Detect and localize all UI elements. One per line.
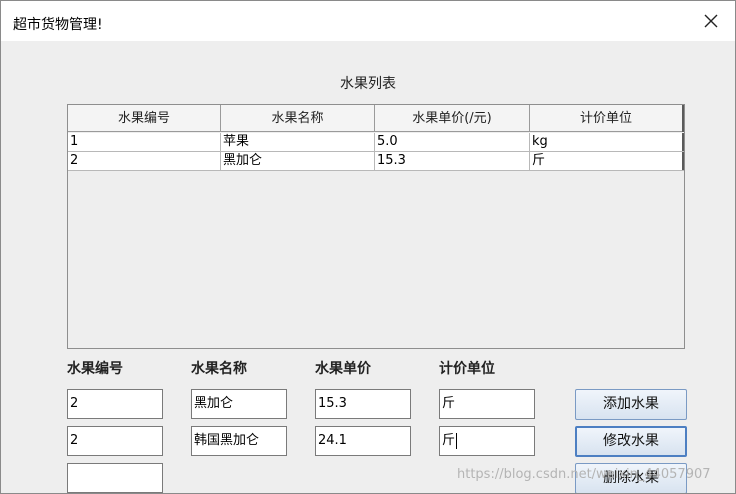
modify-fruit-button[interactable]: 修改水果 bbox=[575, 426, 687, 457]
table-cell[interactable]: 苹果 bbox=[221, 133, 375, 151]
label-fruit-id: 水果编号 bbox=[67, 361, 123, 377]
table-cell[interactable]: 1 bbox=[68, 133, 221, 151]
table-cell[interactable]: kg bbox=[530, 133, 684, 151]
column-header-price[interactable]: 水果单价(/元) bbox=[375, 105, 530, 132]
label-fruit-price: 水果单价 bbox=[315, 361, 371, 377]
modify-unit-field[interactable]: 斤 bbox=[439, 426, 535, 456]
column-header-id[interactable]: 水果编号 bbox=[68, 105, 221, 132]
table-row[interactable]: 1 苹果 5.0 kg bbox=[68, 133, 684, 152]
modify-price-value: 24.1 bbox=[318, 433, 347, 448]
table-body: 1 苹果 5.0 kg 2 黑加仑 15.3 斤 bbox=[68, 133, 684, 171]
delete-fruit-button[interactable]: 删除水果 bbox=[575, 463, 687, 493]
window-title: 超市货物管理! bbox=[13, 17, 103, 33]
modify-unit-value: 斤 bbox=[442, 433, 456, 448]
fruit-id-field[interactable]: 2 bbox=[67, 389, 163, 419]
delete-id-field[interactable] bbox=[67, 463, 163, 493]
table-cell[interactable]: 斤 bbox=[530, 152, 684, 170]
fruit-unit-field[interactable]: 斤 bbox=[439, 389, 535, 419]
fruit-name-value: 黑加仑 bbox=[194, 396, 234, 411]
fruit-unit-value: 斤 bbox=[442, 396, 456, 411]
modify-name-value: 韩国黑加仑 bbox=[194, 433, 260, 448]
title-bar: 超市货物管理! bbox=[1, 1, 735, 41]
fruit-table[interactable]: 水果编号 水果名称 水果单价(/元) 计价单位 1 苹果 5.0 kg 2 黑加… bbox=[67, 104, 685, 349]
modify-id-field[interactable]: 2 bbox=[67, 426, 163, 456]
app-window: 超市货物管理! 水果列表 水果编号 水果名称 水果单价(/元) 计价单位 1 苹… bbox=[0, 0, 736, 494]
table-cell[interactable]: 黑加仑 bbox=[221, 152, 375, 170]
fruit-name-field[interactable]: 黑加仑 bbox=[191, 389, 287, 419]
table-cell[interactable]: 15.3 bbox=[375, 152, 530, 170]
add-fruit-button[interactable]: 添加水果 bbox=[575, 389, 687, 420]
fruit-id-value: 2 bbox=[70, 396, 79, 411]
close-icon[interactable] bbox=[701, 11, 721, 31]
table-cell[interactable]: 2 bbox=[68, 152, 221, 170]
text-caret bbox=[456, 432, 458, 449]
modify-price-field[interactable]: 24.1 bbox=[315, 426, 411, 456]
label-fruit-unit: 计价单位 bbox=[439, 361, 495, 377]
table-title: 水果列表 bbox=[340, 76, 396, 92]
table-header: 水果编号 水果名称 水果单价(/元) 计价单位 bbox=[68, 105, 684, 132]
fruit-price-field[interactable]: 15.3 bbox=[315, 389, 411, 419]
modify-name-field[interactable]: 韩国黑加仑 bbox=[191, 426, 287, 456]
column-header-unit[interactable]: 计价单位 bbox=[530, 105, 684, 132]
table-cell[interactable]: 5.0 bbox=[375, 133, 530, 151]
label-fruit-name: 水果名称 bbox=[191, 361, 247, 377]
modify-id-value: 2 bbox=[70, 433, 79, 448]
column-header-name[interactable]: 水果名称 bbox=[221, 105, 375, 132]
table-row[interactable]: 2 黑加仑 15.3 斤 bbox=[68, 152, 684, 171]
fruit-price-value: 15.3 bbox=[318, 396, 347, 411]
